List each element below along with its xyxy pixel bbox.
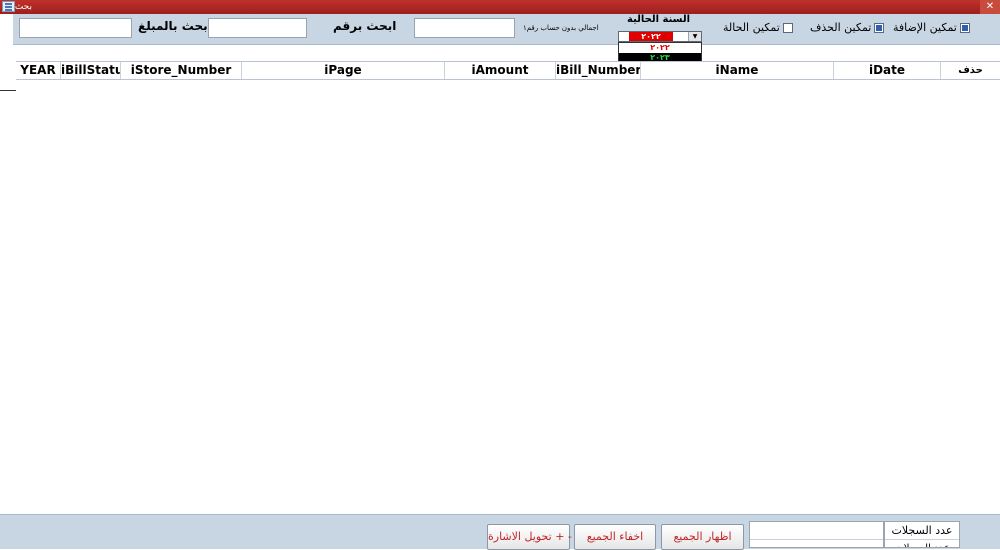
show-all-button[interactable]: اظهار الجميع (661, 524, 744, 550)
column-header-bill-status[interactable]: iBillStatus (60, 62, 120, 79)
title-bar: بحث ✕ (0, 0, 1000, 14)
total-no-account-label: اجمالي بدون حساب رقم١ (523, 24, 599, 32)
enable-add-toggle[interactable]: تمكين الإضافة (893, 21, 970, 34)
record-selector[interactable] (0, 90, 16, 91)
current-year-label: السنة الحالية (627, 14, 691, 25)
search-number-label: ابحث برقم (333, 19, 397, 33)
column-header-page[interactable]: iPage (241, 62, 444, 79)
column-header-amount[interactable]: iAmount (444, 62, 555, 79)
enable-delete-checkbox[interactable] (874, 23, 885, 33)
column-header-year[interactable]: YEAR (16, 62, 60, 79)
year-option[interactable]: ٢٠٢٢ (619, 43, 701, 53)
enable-add-checkbox[interactable] (959, 23, 970, 33)
year-select-value: ٢٠٢٢ (629, 32, 673, 41)
table-header: YEAR iBillStatus iStore_Number iPage iAm… (16, 61, 1000, 80)
record-count-value (749, 521, 884, 548)
column-header-store-number[interactable]: iStore_Number (120, 62, 241, 79)
enable-status-label: تمكين الحالة (723, 21, 780, 34)
year-select[interactable]: ٢٠٢٢ ▼ (618, 31, 702, 42)
record-count-label: عدد السجلات (885, 522, 959, 540)
hide-all-button[interactable]: اخفاء الجميع (574, 524, 656, 550)
form-icon (2, 1, 15, 12)
enable-status-checkbox[interactable] (782, 23, 793, 33)
column-header-bill-number[interactable]: iBill_Number (555, 62, 640, 79)
toggle-sign-button[interactable]: تحويل الاشارة + - (487, 524, 572, 550)
enable-delete-toggle[interactable]: تمكين الحذف (810, 21, 885, 34)
column-header-delete[interactable]: حذف (940, 62, 1000, 79)
enable-add-label: تمكين الإضافة (893, 21, 957, 34)
total-no-account-input[interactable] (414, 18, 515, 38)
chevron-down-icon[interactable]: ▼ (688, 32, 701, 41)
record-count-panel: عدد السجلات عدد السجلات (884, 521, 960, 548)
close-button[interactable]: ✕ (980, 0, 1000, 14)
column-header-date[interactable]: iDate (833, 62, 940, 79)
enable-status-toggle[interactable]: تمكين الحالة (723, 21, 793, 34)
enable-delete-label: تمكين الحذف (810, 21, 872, 34)
search-number-input[interactable] (208, 18, 307, 38)
column-header-name[interactable]: iName (640, 62, 833, 79)
search-amount-input[interactable] (19, 18, 132, 38)
search-amount-label: ابحث بالمبلغ (138, 19, 212, 33)
second-stat-label: عدد السجلات (885, 540, 959, 547)
window-title: بحث (14, 2, 32, 12)
